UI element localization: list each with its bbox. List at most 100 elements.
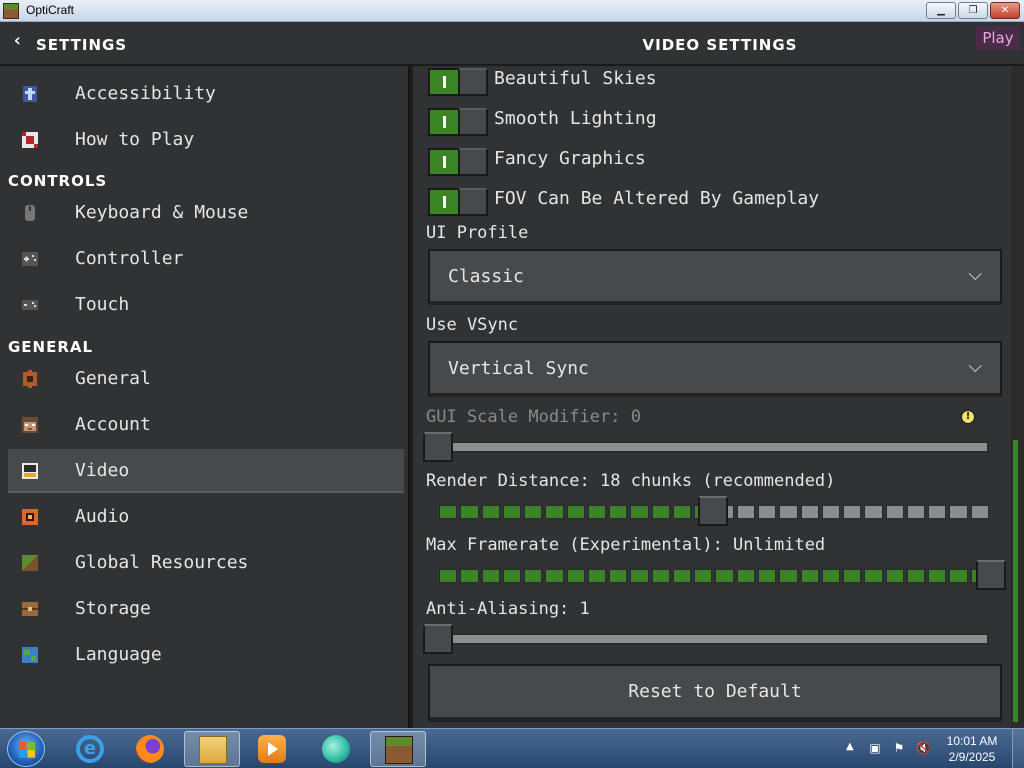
slider-segment	[545, 505, 564, 519]
toggle-row-smooth-lighting: Smooth Lighting	[428, 106, 998, 140]
max-framerate-slider[interactable]	[439, 569, 989, 583]
audio-icon	[22, 509, 38, 525]
start-button[interactable]	[7, 731, 45, 767]
gui-scale-label: GUI Scale Modifier: 0	[426, 407, 641, 427]
beautiful-skies-toggle[interactable]	[428, 68, 488, 96]
slider-segment	[715, 569, 734, 583]
sidebar-item-audio[interactable]: Audio	[8, 495, 404, 539]
taskbar-internet-explorer[interactable]: e	[62, 731, 118, 767]
ui-profile-label: UI Profile	[426, 223, 529, 243]
sidebar-item-global-resources[interactable]: Global Resources	[8, 541, 404, 585]
taskbar-media-player[interactable]	[244, 731, 300, 767]
sidebar-item-storage[interactable]: Storage	[8, 587, 404, 631]
ui-profile-dropdown[interactable]: Classic ⌵	[428, 249, 1002, 305]
sidebar-item-label: Audio	[75, 506, 130, 527]
slider-segment	[779, 505, 798, 519]
anti-aliasing-slider[interactable]	[439, 633, 989, 645]
sidebar-item-label: Storage	[75, 598, 151, 619]
render-distance-slider-knob[interactable]	[698, 496, 728, 526]
gui-scale-slider[interactable]	[439, 441, 989, 453]
taskbar-firefox[interactable]	[122, 731, 178, 767]
slider-segment	[460, 569, 479, 583]
app-header: ‹ SETTINGS VIDEO SETTINGS Play	[0, 22, 1024, 66]
fancy-graphics-toggle[interactable]	[428, 148, 488, 176]
sidebar-item-language[interactable]: Language	[8, 633, 404, 677]
sidebar-item-label: Keyboard & Mouse	[75, 202, 249, 223]
clock-date[interactable]: 2/9/2025	[940, 750, 1004, 764]
back-button[interactable]: ‹	[12, 30, 23, 51]
internet-explorer-icon: e	[76, 735, 104, 763]
slider-segment	[864, 569, 883, 583]
slider-segment	[970, 505, 989, 519]
fov-toggle[interactable]	[428, 188, 488, 216]
video-settings-panel: Beautiful Skies Smooth Lighting Fancy Gr…	[413, 66, 1011, 728]
globe-icon	[22, 647, 38, 663]
render-distance-label: Render Distance: 18 chunks (recommended)	[426, 471, 836, 491]
sidebar-item-account[interactable]: Account	[8, 403, 404, 447]
slider-segment	[949, 505, 968, 519]
taskbar-app[interactable]	[308, 731, 364, 767]
reset-to-default-button[interactable]: Reset to Default	[428, 664, 1002, 722]
slider-segment	[843, 505, 862, 519]
slider-segment	[821, 505, 841, 519]
scrollbar-thumb[interactable]	[1013, 440, 1018, 722]
maximize-button[interactable]: ❐	[958, 2, 988, 19]
sidebar-item-touch[interactable]: Touch	[8, 283, 404, 327]
vsync-dropdown[interactable]: Vertical Sync ⌵	[428, 341, 1002, 397]
slider-segment	[651, 569, 670, 583]
action-center-flag-icon[interactable]: ⚑	[892, 741, 906, 755]
smooth-lighting-toggle[interactable]	[428, 108, 488, 136]
sidebar-item-how-to-play[interactable]: How to Play	[8, 118, 404, 162]
slider-segment	[949, 569, 968, 583]
toggle-on-indicator	[430, 190, 460, 214]
slider-segment	[566, 505, 585, 519]
slider-segment	[736, 569, 755, 583]
account-icon	[22, 417, 38, 433]
settings-sidebar: Accessibility How to Play CONTROLS Keybo…	[0, 66, 410, 728]
slider-segment	[800, 569, 819, 583]
taskbar-opticraft[interactable]	[370, 731, 426, 767]
sidebar-item-controller[interactable]: Controller	[8, 237, 404, 281]
slider-segment	[672, 505, 692, 519]
sidebar-item-label: Accessibility	[75, 83, 216, 104]
slider-segment	[439, 569, 458, 583]
gui-scale-slider-knob[interactable]	[423, 432, 453, 462]
show-desktop-button[interactable]	[1012, 729, 1024, 768]
max-framerate-slider-knob[interactable]	[976, 560, 1006, 590]
slider-segment	[587, 505, 607, 519]
network-icon[interactable]: ▣	[868, 741, 882, 755]
video-icon	[22, 463, 38, 479]
play-button[interactable]: Play	[976, 26, 1020, 50]
clock-time[interactable]: 10:01 AM	[940, 734, 1004, 748]
slider-segment	[843, 569, 862, 583]
taskbar: e ▲ ▣ ⚑ 🔇 10:01 AM 2/9/2025	[0, 728, 1024, 768]
slider-segment	[906, 505, 926, 519]
show-hidden-icons-button[interactable]: ▲	[846, 741, 854, 752]
section-title-controls: CONTROLS	[8, 172, 108, 190]
minimize-button[interactable]: ▁	[926, 2, 956, 19]
controller-icon	[22, 252, 38, 266]
app-icon	[3, 3, 19, 19]
mouse-icon	[25, 205, 35, 221]
anti-aliasing-slider-knob[interactable]	[423, 624, 453, 654]
sidebar-item-keyboard-mouse[interactable]: Keyboard & Mouse	[8, 191, 404, 235]
anti-aliasing-label: Anti-Aliasing: 1	[426, 599, 590, 619]
sidebar-item-accessibility[interactable]: Accessibility	[8, 72, 404, 116]
accessibility-icon	[23, 86, 37, 102]
window-title-bar: OptiCraft ▁ ❐ ✕	[0, 0, 1024, 22]
close-button[interactable]: ✕	[990, 2, 1020, 19]
toggle-label: Fancy Graphics	[494, 148, 646, 169]
info-icon[interactable]: !	[961, 410, 975, 424]
taskbar-file-explorer[interactable]	[184, 731, 240, 767]
toggle-label: Beautiful Skies	[494, 68, 657, 89]
volume-muted-icon[interactable]: 🔇	[916, 741, 931, 755]
fish-app-icon	[322, 735, 350, 763]
storage-icon	[22, 602, 38, 616]
slider-segment	[502, 505, 522, 519]
sidebar-item-video[interactable]: Video	[8, 449, 404, 493]
toggle-on-indicator	[430, 70, 460, 94]
slider-segment	[545, 569, 564, 583]
gear-icon	[23, 370, 37, 388]
sidebar-item-label: Account	[75, 414, 151, 435]
sidebar-item-general[interactable]: General	[8, 357, 404, 401]
